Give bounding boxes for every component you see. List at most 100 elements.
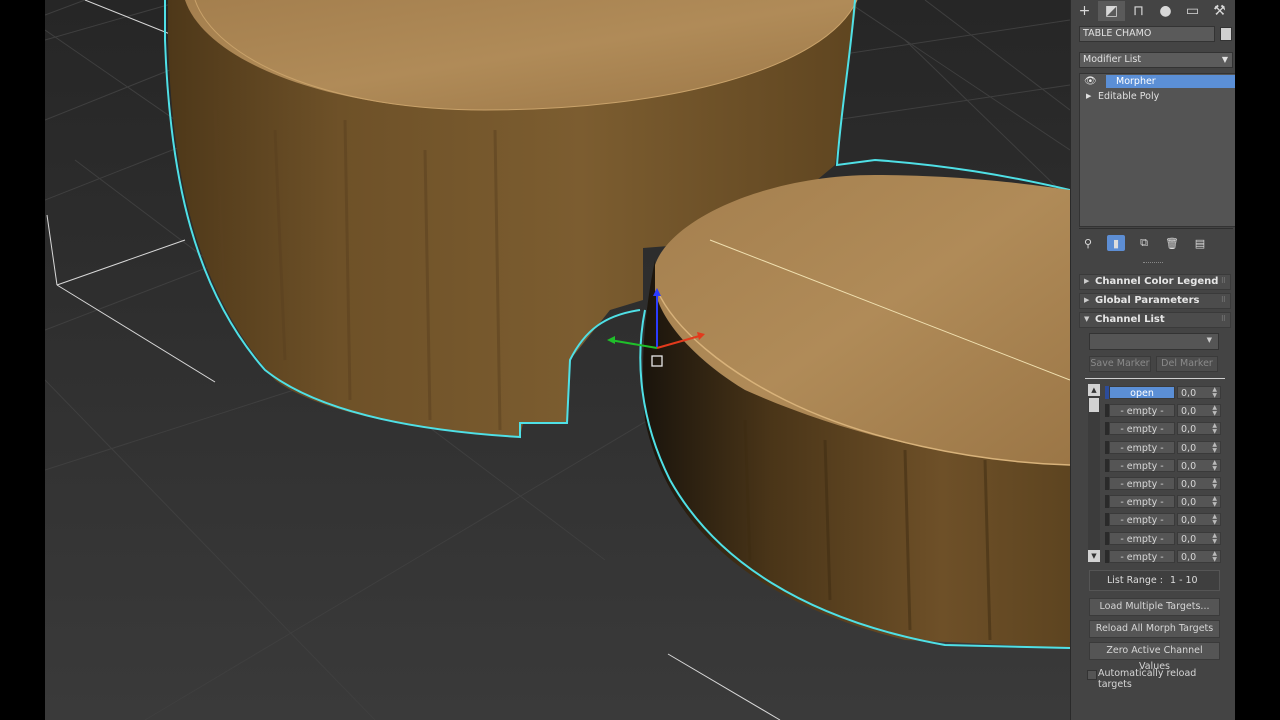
motion-tab-icon[interactable]: ●	[1152, 1, 1179, 21]
spinner-arrows-icon[interactable]: ▲ ▼	[1212, 423, 1217, 435]
stack-divider	[1079, 228, 1233, 229]
spinner-arrows-icon[interactable]: ▲ ▼	[1212, 441, 1217, 454]
zero-active-channel-values-button[interactable]: Zero Active Channel Values	[1089, 642, 1220, 672]
channel-value-spinner[interactable]: 0,0 ▲ ▼	[1177, 513, 1221, 527]
channel-name-button[interactable]: - empty -	[1109, 477, 1175, 490]
channel-row[interactable]: - empty - 0,0 ▲ ▼	[1105, 494, 1233, 509]
panel-grip[interactable]	[1143, 262, 1163, 266]
pin-stack-icon[interactable]: ⚲	[1079, 235, 1097, 251]
modify-tab-icon[interactable]: ◩	[1098, 1, 1125, 21]
channel-name-button[interactable]: - empty -	[1109, 404, 1175, 418]
channel-value: 0,0	[1181, 460, 1197, 472]
channel-value: 0,0	[1181, 533, 1197, 545]
window-edge	[1235, 0, 1280, 720]
load-multiple-targets-button[interactable]: Load Multiple Targets...	[1089, 598, 1220, 616]
channel-name-button[interactable]: - empty -	[1109, 422, 1175, 436]
spinner-arrows-icon[interactable]: ▲ ▼	[1212, 514, 1217, 526]
scroll-up-icon[interactable]: ▲	[1088, 384, 1100, 396]
stack-item-label: Morpher	[1106, 75, 1235, 88]
hierarchy-tab-icon[interactable]: ⊓	[1125, 1, 1152, 21]
auto-reload-checkbox[interactable]: Automatically reload targets	[1087, 668, 1231, 690]
stack-toolbar: ⚲ ▮ ⧉ 🗑 ▤	[1079, 233, 1233, 253]
spinner-arrows-icon[interactable]: ▲ ▼	[1212, 496, 1217, 508]
channel-value-spinner[interactable]: 0,0 ▲ ▼	[1177, 422, 1221, 436]
modifier-list-label: Modifier List	[1083, 54, 1142, 65]
spinner-arrows-icon[interactable]: ▲ ▼	[1212, 550, 1217, 563]
list-range-label: List Range :	[1107, 575, 1163, 586]
channel-row[interactable]: - empty - 0,0 ▲ ▼	[1105, 440, 1233, 455]
channel-row[interactable]: - empty - 0,0 ▲ ▼	[1105, 531, 1233, 546]
spinner-arrows-icon[interactable]: ▲ ▼	[1212, 532, 1217, 545]
channel-name-button[interactable]: - empty -	[1109, 531, 1175, 545]
collapsed-arrow-icon: ▶	[1084, 296, 1090, 304]
channel-value-spinner[interactable]: 0,0 ▲ ▼	[1177, 549, 1221, 563]
save-marker-button[interactable]: Save Marker	[1089, 356, 1151, 372]
chevron-down-icon: ▼	[1206, 336, 1212, 344]
eye-icon[interactable]: 👁	[1084, 75, 1097, 88]
object-color-swatch[interactable]	[1220, 27, 1232, 41]
stack-item-editable-poly[interactable]: ▶ Editable Poly	[1080, 90, 1235, 103]
channel-name-button[interactable]: - empty -	[1109, 549, 1175, 563]
channel-row[interactable]: - empty - 0,0 ▲ ▼	[1105, 421, 1233, 436]
channel-name-button[interactable]: open	[1109, 386, 1175, 399]
make-unique-icon[interactable]: ⧉	[1135, 235, 1153, 251]
channel-value-spinner[interactable]: 0,0 ▲ ▼	[1177, 404, 1221, 418]
channel-value-spinner[interactable]: 0,0 ▲ ▼	[1177, 440, 1221, 454]
expanded-arrow-icon: ▼	[1084, 315, 1090, 323]
channel-name-button[interactable]: - empty -	[1109, 458, 1175, 472]
collapsed-arrow-icon: ▶	[1084, 277, 1090, 285]
display-tab-icon[interactable]: ▭	[1179, 1, 1206, 21]
remove-modifier-icon[interactable]: 🗑	[1163, 235, 1181, 251]
marker-dropdown[interactable]: ▼	[1089, 333, 1219, 350]
expand-arrow-icon[interactable]: ▶	[1086, 90, 1091, 103]
create-tab-icon[interactable]: +	[1071, 1, 1098, 21]
checkbox-box[interactable]	[1087, 670, 1097, 680]
modifier-stack: 👁 Morpher ▶ Editable Poly	[1079, 73, 1236, 227]
rollout-channel-list[interactable]: ▼ Channel List ⠿	[1079, 312, 1231, 328]
channel-row[interactable]: - empty - 0,0 ▲ ▼	[1105, 512, 1233, 527]
rollout-channel-color-legend[interactable]: ▶ Channel Color Legend ⠿	[1079, 274, 1231, 290]
channel-value-spinner[interactable]: 0,0 ▲ ▼	[1177, 458, 1221, 472]
rollout-title: Channel List	[1095, 314, 1165, 325]
channel-scrollbar[interactable]: ▲ ▼	[1088, 384, 1100, 562]
del-marker-button[interactable]: Del Marker	[1156, 356, 1218, 372]
channel-value: 0,0	[1181, 424, 1197, 436]
channel-value: 0,0	[1181, 388, 1197, 399]
scroll-thumb[interactable]	[1089, 398, 1099, 412]
channel-value-spinner[interactable]: 0,0 ▲ ▼	[1177, 495, 1221, 509]
channel-value-spinner[interactable]: 0,0 ▲ ▼	[1177, 477, 1221, 490]
channel-value: 0,0	[1181, 497, 1197, 509]
stack-item-morpher[interactable]: 👁 Morpher	[1080, 75, 1235, 88]
channel-name-button[interactable]: - empty -	[1109, 513, 1175, 527]
rollout-global-parameters[interactable]: ▶ Global Parameters ⠿	[1079, 293, 1231, 309]
channel-value-spinner[interactable]: 0,0 ▲ ▼	[1177, 531, 1221, 545]
channel-value: 0,0	[1181, 551, 1197, 563]
channel-row[interactable]: open 0,0 ▲ ▼	[1105, 385, 1233, 400]
channel-name-button[interactable]: - empty -	[1109, 495, 1175, 509]
spinner-arrows-icon[interactable]: ▲ ▼	[1212, 459, 1217, 472]
command-panel-tabs: + ◩ ⊓ ● ▭ ⚒	[1071, 0, 1236, 22]
scroll-down-icon[interactable]: ▼	[1088, 550, 1100, 562]
modifier-list-dropdown[interactable]: Modifier List ▼	[1079, 52, 1233, 68]
channel-value: 0,0	[1181, 406, 1197, 418]
utilities-tab-icon[interactable]: ⚒	[1206, 1, 1233, 21]
channel-row[interactable]: - empty - 0,0 ▲ ▼	[1105, 549, 1233, 564]
spinner-arrows-icon[interactable]: ▲ ▼	[1212, 405, 1217, 417]
channel-value-spinner[interactable]: 0,0 ▲ ▼	[1177, 386, 1221, 399]
channel-row[interactable]: - empty - 0,0 ▲ ▼	[1105, 458, 1233, 473]
channel-row[interactable]: - empty - 0,0 ▲ ▼	[1105, 403, 1233, 418]
spinner-arrows-icon[interactable]: ▲ ▼	[1212, 478, 1217, 490]
channel-name-button[interactable]: - empty -	[1109, 440, 1175, 454]
reload-all-morph-targets-button[interactable]: Reload All Morph Targets	[1089, 620, 1220, 638]
perspective-viewport[interactable]	[45, 0, 1070, 720]
object-name-field[interactable]: TABLE CHAMO	[1079, 26, 1215, 42]
configure-modifier-sets-icon[interactable]: ▤	[1191, 235, 1209, 251]
channel-row[interactable]: - empty - 0,0 ▲ ▼	[1105, 476, 1233, 491]
rollout-grip-icon: ⠿	[1220, 277, 1226, 285]
show-end-result-icon[interactable]: ▮	[1107, 235, 1125, 251]
spinner-arrows-icon[interactable]: ▲ ▼	[1212, 387, 1217, 399]
channel-value: 0,0	[1181, 442, 1197, 454]
list-range-value[interactable]: 1 - 10	[1170, 575, 1198, 586]
rollout-grip-icon: ⠿	[1220, 296, 1226, 304]
viewport-scene	[45, 0, 1070, 720]
